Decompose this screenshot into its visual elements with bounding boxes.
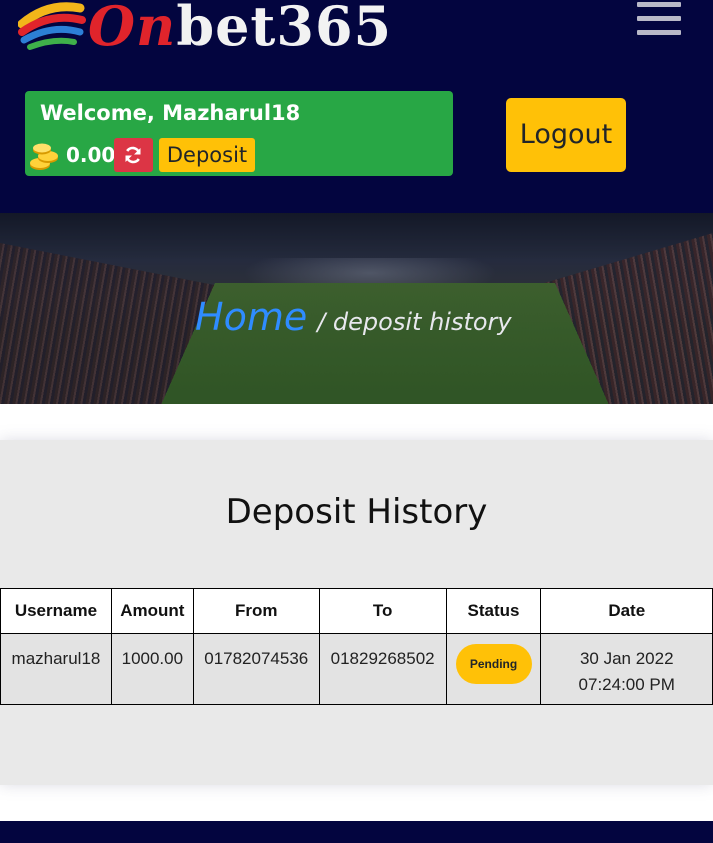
cell-amount: 1000.00 [110,633,194,705]
user-welcome-box: Welcome, Mazharul18 0.00 Deposit [25,91,453,176]
table-row: mazharul18 1000.00 01782074536 018292685… [0,633,713,705]
breadcrumb-home-link[interactable]: Home [195,295,307,339]
status-badge: Pending [455,644,532,684]
logo-ball-icon [18,2,86,50]
welcome-text: Welcome, Mazharul18 [40,101,301,125]
deposit-button[interactable]: Deposit [159,138,255,172]
column-header-from: From [192,588,320,634]
logo-text-prefix: On [88,0,177,58]
page-title: Deposit History [225,492,488,532]
table-header-row: Username Amount From To Status Date [0,588,713,634]
refresh-icon [125,146,141,164]
breadcrumb: Home / deposit history [195,295,512,339]
refresh-balance-button[interactable] [114,138,153,172]
column-header-username: Username [0,588,112,634]
balance-amount: 0.00 [66,143,116,167]
stadium-banner: Home / deposit history [0,213,713,404]
site-logo[interactable]: Onbet365 [16,0,391,62]
deposit-history-panel: Deposit History Username Amount From To … [0,440,713,785]
coins-icon [30,143,58,170]
column-header-amount: Amount [110,588,194,634]
cell-date: 30 Jan 2022 07:24:00 PM [540,633,713,705]
time-line: 07:24:00 PM [578,675,675,694]
cell-from: 01782074536 [192,633,320,705]
logout-button[interactable]: Logout [506,98,626,172]
site-header: Onbet365 Welcome, Mazharul18 0.00 Deposi… [0,0,713,213]
logo-text: Onbet365 [88,0,392,58]
date-line: 30 Jan 2022 [579,649,674,668]
cell-status: Pending [445,633,542,705]
menu-hamburger-icon[interactable] [637,2,681,36]
footer-bar [0,821,713,843]
cell-to: 01829268502 [318,633,447,705]
cell-username: mazharul18 [0,633,112,705]
column-header-to: To [318,588,447,634]
column-header-status: Status [445,588,542,634]
deposit-history-table: Username Amount From To Status Date mazh… [0,588,713,705]
column-header-date: Date [540,588,713,634]
breadcrumb-current: / deposit history [317,308,512,336]
logo-text-suffix: bet365 [176,0,393,58]
